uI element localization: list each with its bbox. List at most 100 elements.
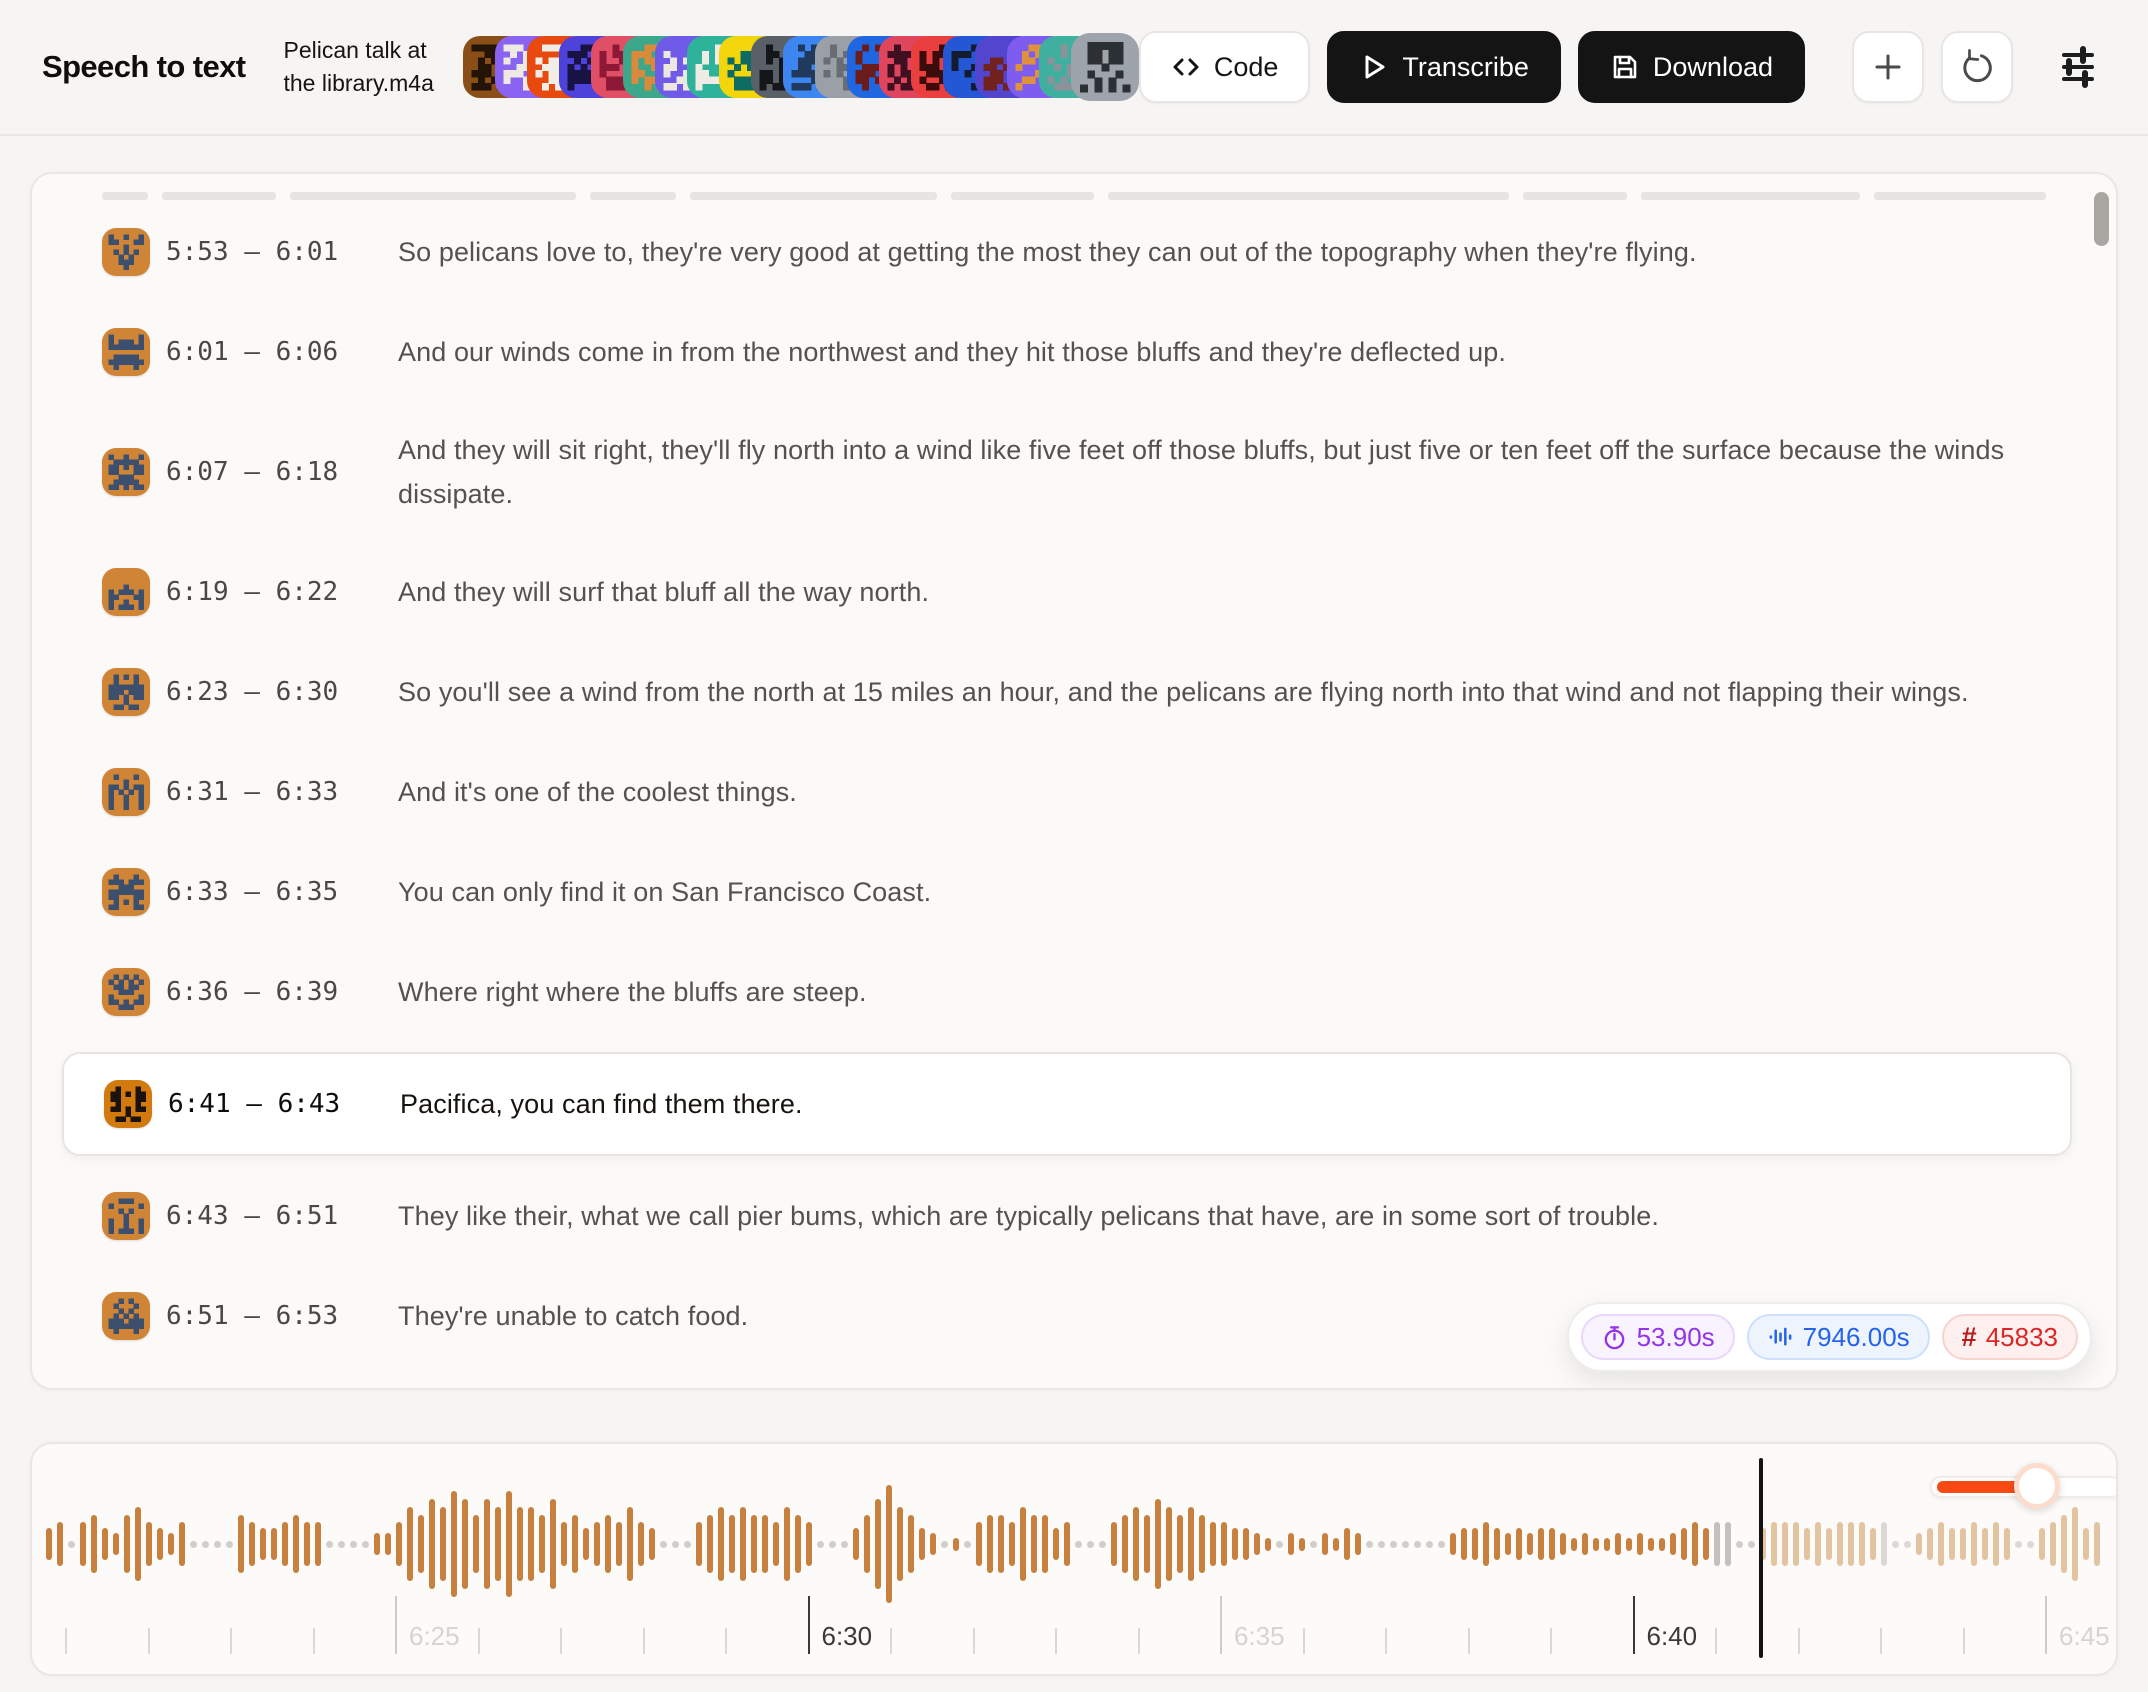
play-icon bbox=[1359, 52, 1389, 82]
waveform-bar bbox=[102, 1528, 108, 1560]
settings-sliders-icon[interactable] bbox=[2050, 39, 2106, 95]
waveform-bar bbox=[506, 1491, 512, 1597]
highlighted-segment-card[interactable]: 6:41 – 6:43Pacifica, you can find them t… bbox=[62, 1052, 2072, 1156]
transcribe-button-label: Transcribe bbox=[1402, 52, 1529, 83]
waveform-bar bbox=[684, 1541, 691, 1548]
waveform-bar bbox=[1009, 1522, 1015, 1566]
segment-text: They like their, what we call pier bums,… bbox=[398, 1194, 1659, 1238]
duration-badge: 53.90s bbox=[1581, 1314, 1735, 1360]
transcript-row[interactable]: 6:33 – 6:35You can only find it on San F… bbox=[102, 842, 2046, 942]
app-header: Speech to text Pelican talk at the libra… bbox=[0, 0, 2148, 136]
waveform-bar bbox=[987, 1515, 993, 1573]
model-avatar[interactable] bbox=[1071, 33, 1139, 101]
waveform-bar bbox=[385, 1533, 391, 1555]
zoom-slider[interactable] bbox=[1930, 1476, 2118, 1498]
waveform-bar bbox=[338, 1541, 345, 1548]
timeline-minor-tick bbox=[890, 1628, 892, 1654]
timeline-minor-tick bbox=[1138, 1628, 1140, 1654]
transcript-row[interactable]: 6:43 – 6:51They like their, what we call… bbox=[102, 1166, 2046, 1266]
segment-time-range: 6:01 – 6:06 bbox=[166, 337, 348, 367]
segment-identicon bbox=[104, 1080, 152, 1128]
waveform-bar bbox=[1593, 1538, 1599, 1551]
segment-identicon bbox=[102, 668, 150, 716]
waveform-bar bbox=[941, 1541, 948, 1548]
waveform-bar bbox=[1188, 1507, 1194, 1581]
waveform-bar bbox=[1210, 1522, 1216, 1566]
transcript-row[interactable]: 6:41 – 6:43Pacifica, you can find them t… bbox=[104, 1066, 2044, 1142]
transcript-row[interactable]: 6:31 – 6:33And it's one of the coolest t… bbox=[102, 742, 2046, 842]
waveform-footer: 6:256:306:356:406:45 bbox=[30, 1442, 2118, 1676]
waveform-bar bbox=[1560, 1533, 1566, 1555]
waveform-bar bbox=[2061, 1515, 2067, 1573]
transcript-row[interactable]: 6:23 – 6:30So you'll see a wind from the… bbox=[102, 642, 2046, 742]
segment-identicon bbox=[102, 328, 150, 376]
waveform-bar bbox=[2050, 1522, 2056, 1566]
waveform-bar bbox=[1144, 1515, 1150, 1573]
waveform-bar bbox=[1232, 1528, 1238, 1560]
waveform-bar bbox=[1333, 1538, 1339, 1551]
waveform-bar bbox=[168, 1533, 174, 1555]
waveform-bar bbox=[806, 1522, 812, 1566]
waveform-bar bbox=[976, 1522, 982, 1566]
waveform-bar bbox=[1378, 1541, 1385, 1548]
waveform-bar bbox=[762, 1515, 768, 1573]
transcript-row[interactable]: 6:07 – 6:18And they will sit right, they… bbox=[102, 402, 2046, 542]
scrollbar-thumb[interactable] bbox=[2094, 192, 2109, 246]
waveform-bar bbox=[841, 1541, 848, 1548]
reset-button[interactable] bbox=[1941, 31, 2013, 103]
waveform-bar bbox=[1793, 1522, 1799, 1566]
waveform-bar bbox=[853, 1528, 859, 1560]
waveform-bar bbox=[1299, 1538, 1305, 1551]
waveform-bar bbox=[627, 1507, 633, 1581]
waveform-bar bbox=[583, 1528, 589, 1560]
hash-icon: # bbox=[1962, 1322, 1977, 1353]
waveform-bar bbox=[953, 1538, 959, 1551]
waveform-bar bbox=[1916, 1533, 1922, 1555]
segment-identicon bbox=[102, 1192, 150, 1240]
waveform-bar bbox=[484, 1499, 490, 1589]
timeline-minor-tick bbox=[1798, 1628, 1800, 1654]
waveform-bar bbox=[1288, 1533, 1294, 1555]
transcript-row[interactable]: 5:53 – 6:01So pelicans love to, they're … bbox=[102, 202, 2046, 302]
waveform-bar bbox=[649, 1528, 655, 1560]
transcript-row[interactable]: 6:01 – 6:06And our winds come in from th… bbox=[102, 302, 2046, 402]
timeline-minor-tick bbox=[1963, 1628, 1965, 1654]
waveform-bar bbox=[696, 1522, 702, 1566]
waveform-bar bbox=[638, 1522, 644, 1566]
waveform-bar bbox=[1310, 1541, 1317, 1548]
waveform-bar bbox=[784, 1507, 790, 1581]
waveform-bar bbox=[740, 1507, 746, 1581]
transcript-row[interactable]: 6:19 – 6:22And they will surf that bluff… bbox=[102, 542, 2046, 642]
timeline-minor-tick bbox=[1303, 1628, 1305, 1654]
waveform-seek-area[interactable] bbox=[46, 1469, 2100, 1619]
transcribe-button[interactable]: Transcribe bbox=[1327, 31, 1561, 103]
waveform-bar bbox=[1221, 1522, 1227, 1566]
waveform-bar bbox=[729, 1515, 735, 1573]
code-button-label: Code bbox=[1214, 52, 1279, 83]
waveform-bar bbox=[350, 1541, 357, 1548]
audio-filename: Pelican talk at the library.m4a bbox=[283, 34, 452, 99]
waveform-bar bbox=[249, 1522, 255, 1566]
waveform-bar bbox=[214, 1541, 221, 1548]
playhead[interactable] bbox=[1759, 1458, 1763, 1658]
waveform-bar bbox=[1692, 1522, 1698, 1566]
transcript-row[interactable]: 6:36 – 6:39Where right where the bluffs … bbox=[102, 942, 2046, 1042]
add-button[interactable] bbox=[1852, 31, 1924, 103]
timeline-label: 6:45 bbox=[2059, 1621, 2110, 1652]
waveform-bar bbox=[1938, 1522, 1944, 1566]
waveform-bar bbox=[1881, 1522, 1887, 1566]
timeline-minor-tick bbox=[560, 1628, 562, 1654]
waveform-bar bbox=[1472, 1528, 1478, 1560]
zoom-slider-knob[interactable] bbox=[2014, 1463, 2060, 1509]
stats-pill: 53.90s 7946.00s # 45833 bbox=[1567, 1302, 2092, 1372]
waveform-bar bbox=[1042, 1515, 1048, 1573]
waveform-bar bbox=[1494, 1528, 1500, 1560]
segment-text: Where right where the bluffs are steep. bbox=[398, 970, 867, 1014]
waveform-bar bbox=[964, 1541, 971, 1548]
code-button[interactable]: Code bbox=[1139, 31, 1311, 103]
waveform-bar bbox=[672, 1541, 679, 1548]
token-count-value: 45833 bbox=[1986, 1322, 2058, 1353]
waveform-bar bbox=[124, 1515, 130, 1573]
waveform-bar bbox=[908, 1515, 914, 1573]
download-button[interactable]: Download bbox=[1578, 31, 1805, 103]
